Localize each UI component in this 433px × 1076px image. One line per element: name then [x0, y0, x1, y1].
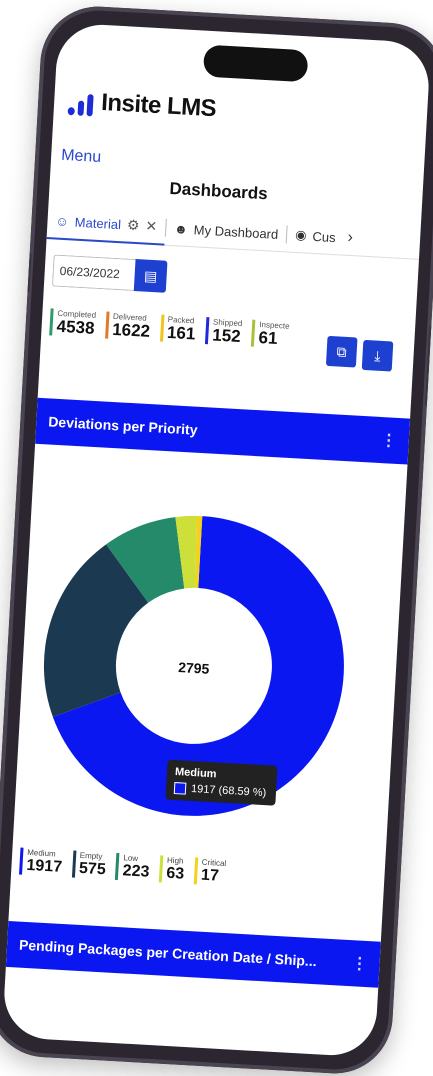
logo-icon	[67, 93, 94, 117]
stat-value: 1622	[111, 319, 151, 341]
stat-packed: Packed 161	[159, 314, 197, 344]
legend-value: 17	[200, 866, 220, 885]
stat-value: 61	[258, 328, 279, 349]
menu-link[interactable]: Menu	[61, 147, 102, 167]
legend-item-critical[interactable]: Critical 17	[193, 857, 227, 887]
stat-delivered: Delivered 1622	[104, 311, 152, 341]
chart-legend: Medium 1917 Empty 575 Low 223 High 63 Cr…	[19, 847, 227, 887]
stat-inspected: Inspecte 61	[251, 319, 290, 349]
chart-tooltip: Medium 1917 (68.59 %)	[165, 759, 278, 806]
dashboard-tabs: ☺ Material ⚙ ✕ ☻ My Dashboard ◉ Cus ›	[46, 203, 428, 261]
tooltip-title: Medium	[174, 766, 217, 781]
stat-shipped: Shipped 152	[204, 317, 243, 347]
legend-value: 223	[122, 862, 150, 881]
page-title: Dashboards	[169, 178, 269, 204]
card-title: Deviations per Priority	[47, 413, 198, 438]
legend-item-low[interactable]: Low 223	[115, 852, 151, 882]
card-header-pending-packages: Pending Packages per Creation Date / Shi…	[5, 920, 381, 988]
more-options-icon[interactable]: ⋮	[380, 430, 397, 451]
legend-value: 1917	[26, 856, 63, 876]
volume-button	[25, 253, 32, 294]
stat-value: 152	[211, 325, 242, 347]
brand-name: Insite LMS	[100, 88, 217, 123]
dynamic-island	[202, 44, 308, 83]
close-icon[interactable]: ✕	[145, 217, 158, 235]
date-input[interactable]	[51, 254, 136, 291]
legend-item-empty[interactable]: Empty 575	[71, 850, 107, 880]
calendar-icon: ▤	[143, 267, 158, 284]
share-button[interactable]: ⧉	[325, 335, 358, 368]
tab-my-dashboard[interactable]: ☻ My Dashboard	[165, 211, 287, 252]
legend-value: 575	[78, 859, 107, 879]
calendar-button[interactable]: ▤	[133, 259, 168, 293]
stat-value: 4538	[56, 316, 95, 338]
stat-value: 161	[166, 322, 196, 344]
legend-value: 63	[165, 864, 185, 883]
more-options-icon[interactable]: ⋮	[351, 953, 368, 974]
date-filter: ▤	[51, 254, 168, 293]
tab-custom[interactable]: ◉ Cus	[286, 217, 344, 254]
download-button[interactable]: ⤓	[361, 339, 394, 372]
user-icon: ☺	[55, 213, 70, 229]
tooltip-value: 1917 (68.59 %)	[190, 782, 267, 800]
share-icon: ⧉	[336, 342, 348, 360]
power-button	[424, 325, 433, 406]
tab-label: Material	[74, 214, 122, 232]
globe-icon: ◉	[294, 226, 307, 243]
download-icon: ⤓	[374, 347, 382, 364]
card-header-deviations: Deviations per Priority ⋮	[35, 397, 411, 465]
stat-completed: Completed 4538	[49, 308, 97, 338]
tab-material[interactable]: ☺ Material ⚙ ✕	[46, 203, 167, 246]
tab-label: My Dashboard	[193, 221, 279, 242]
phone-screen: Insite LMS Menu Dashboards ☺ Material ⚙ …	[1, 22, 432, 1058]
donut-total: 2795	[178, 659, 210, 677]
tooltip-swatch	[173, 782, 187, 795]
tab-label: Cus	[312, 228, 337, 245]
chevron-right-icon[interactable]: ›	[343, 229, 353, 247]
legend-item-high[interactable]: High 63	[158, 855, 186, 884]
gear-icon[interactable]: ⚙	[127, 216, 140, 234]
users-icon: ☻	[173, 220, 189, 237]
card-title: Pending Packages per Creation Date / Shi…	[18, 936, 318, 970]
status-stats: Completed 4538 Delivered 1622 Packed 161…	[49, 308, 290, 349]
app-brand: Insite LMS	[67, 87, 217, 123]
legend-item-medium[interactable]: Medium 1917	[19, 847, 64, 877]
phone-frame: Insite LMS Menu Dashboards ☺ Material ⚙ …	[0, 3, 433, 1076]
